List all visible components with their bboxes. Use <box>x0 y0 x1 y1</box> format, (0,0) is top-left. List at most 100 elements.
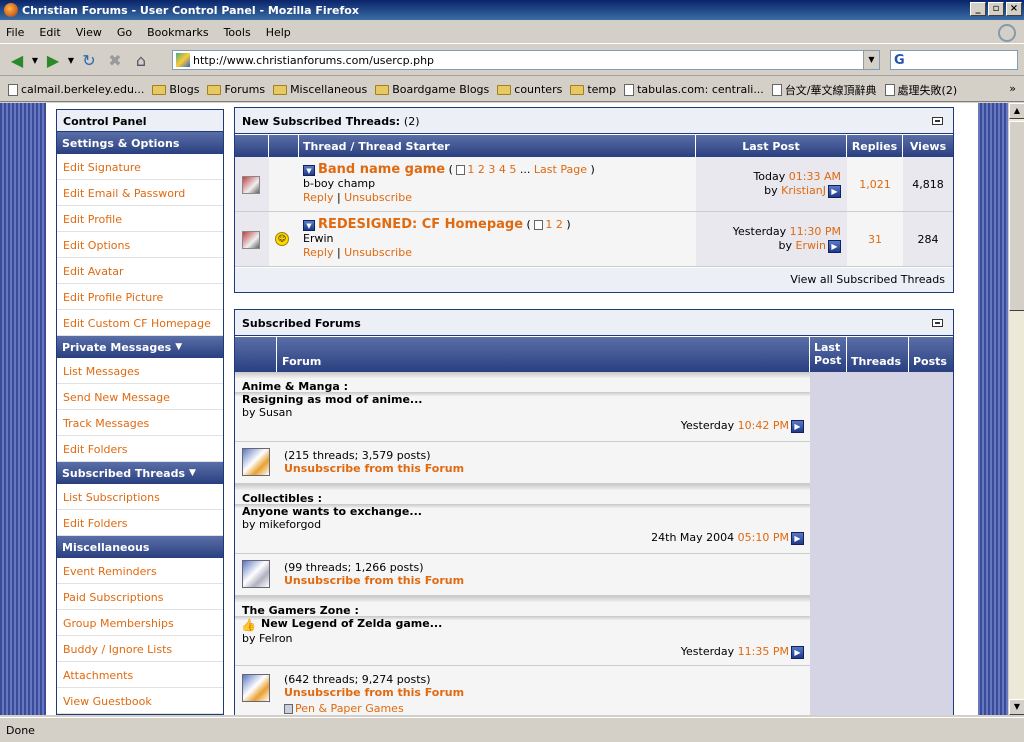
last-page-link[interactable]: Last Page <box>534 163 587 176</box>
sidebar-item-edit-folders-subs[interactable]: Edit Folders <box>57 510 223 536</box>
search-engine-icon[interactable]: G <box>894 53 905 68</box>
sidebar-item-edit-options[interactable]: Edit Options <box>57 232 223 258</box>
collapse-box-icon[interactable] <box>932 319 943 327</box>
col-thread[interactable]: Thread / Thread Starter <box>299 135 696 157</box>
page-link[interactable]: 5 <box>509 163 516 176</box>
unsubscribe-forum-link[interactable]: Unsubscribe from this Forum <box>284 462 464 475</box>
reply-link[interactable]: Reply <box>303 191 333 204</box>
stop-icon[interactable]: ✖ <box>102 48 128 74</box>
sidebar-item-attachments[interactable]: Attachments <box>57 662 223 688</box>
sidebar-item-edit-profile[interactable]: Edit Profile <box>57 206 223 232</box>
go-to-last-post-icon[interactable]: ▶ <box>828 239 841 253</box>
last-poster-link[interactable]: KristianJ <box>781 184 826 197</box>
page-link[interactable]: 2 <box>556 218 563 231</box>
sidebar-item-edit-custom-homepage[interactable]: Edit Custom CF Homepage <box>57 310 223 336</box>
sidebar-item-event-reminders[interactable]: Event Reminders <box>57 558 223 584</box>
home-icon[interactable]: ⌂ <box>128 48 154 74</box>
url-dropdown-icon[interactable]: ▼ <box>863 51 879 69</box>
sidebar-item-list-messages[interactable]: List Messages <box>57 358 223 384</box>
sidebar-item-list-subscriptions[interactable]: List Subscriptions <box>57 484 223 510</box>
collapse-box-icon[interactable] <box>932 117 943 125</box>
col-replies[interactable]: Replies <box>847 135 903 157</box>
go-to-last-post-icon[interactable]: ▶ <box>791 645 804 659</box>
col-views[interactable]: Views <box>903 135 953 157</box>
bookmark-folder[interactable]: temp <box>570 83 616 96</box>
page-link[interactable]: 1 <box>467 163 474 176</box>
back-icon[interactable]: ◀ <box>4 48 30 74</box>
go-to-last-post-icon[interactable]: ▶ <box>791 419 804 433</box>
collapse-icon[interactable]: ▼ <box>189 468 196 478</box>
sidebar-item-send-message[interactable]: Send New Message <box>57 384 223 410</box>
last-thread-link[interactable]: Anyone wants to exchange... <box>242 505 422 518</box>
replies-link[interactable]: 31 <box>868 233 882 246</box>
bookmarks-overflow-icon[interactable]: » <box>1009 82 1016 95</box>
sidebar-item-track-messages[interactable]: Track Messages <box>57 410 223 436</box>
close-button[interactable]: × <box>1006 2 1022 16</box>
menu-help[interactable]: Help <box>266 26 291 39</box>
maximize-button[interactable]: ▫ <box>988 2 1004 16</box>
thread-title-link[interactable]: REDESIGNED: CF Homepage <box>318 217 523 232</box>
scroll-down-icon[interactable]: ▼ <box>1009 699 1024 715</box>
search-input[interactable]: G <box>890 50 1018 70</box>
unsubscribe-forum-link[interactable]: Unsubscribe from this Forum <box>284 574 464 587</box>
thread-menu-icon[interactable]: ▼ <box>303 164 315 176</box>
reply-link[interactable]: Reply <box>303 246 333 259</box>
back-dropdown-icon[interactable]: ▼ <box>30 56 40 65</box>
scroll-up-icon[interactable]: ▲ <box>1009 103 1024 119</box>
last-thread-link[interactable]: New Legend of Zelda game... <box>261 617 442 630</box>
reload-icon[interactable]: ↻ <box>76 48 102 74</box>
bookmark-folder[interactable]: Miscellaneous <box>273 83 367 96</box>
thread-title-link[interactable]: Band name game <box>318 162 445 177</box>
go-to-last-post-icon[interactable]: ▶ <box>791 531 804 545</box>
last-thread-link[interactable]: Resigning as mod of anime... <box>242 393 422 406</box>
menu-view[interactable]: View <box>76 26 102 39</box>
subforum-item[interactable]: Pen & Paper Games <box>284 702 404 715</box>
menu-go[interactable]: Go <box>117 26 132 39</box>
sidebar-item-edit-email[interactable]: Edit Email & Password <box>57 180 223 206</box>
folder-icon <box>497 84 512 95</box>
forward-icon[interactable]: ▶ <box>40 48 66 74</box>
thread-menu-icon[interactable]: ▼ <box>303 219 315 231</box>
subscribed-threads-heading[interactable]: Subscribed Threads ▼ <box>57 462 223 484</box>
page-link[interactable]: 2 <box>478 163 485 176</box>
menu-tools[interactable]: Tools <box>224 26 251 39</box>
unsubscribe-forum-link[interactable]: Unsubscribe from this Forum <box>284 686 464 699</box>
menu-file[interactable]: File <box>6 26 24 39</box>
subforum-link[interactable]: Pen & Paper Games <box>295 702 404 715</box>
bookmark-folder[interactable]: Forums <box>207 83 265 96</box>
bookmark-folder[interactable]: Boardgame Blogs <box>375 83 489 96</box>
sidebar-item-edit-avatar[interactable]: Edit Avatar <box>57 258 223 284</box>
menu-edit[interactable]: Edit <box>39 26 60 39</box>
col-last-post[interactable]: Last Post <box>696 135 847 157</box>
unsubscribe-link[interactable]: Unsubscribe <box>344 246 412 259</box>
bookmark-item[interactable]: 台文/華文線頂辭典 <box>771 82 877 98</box>
sidebar-item-edit-profile-picture[interactable]: Edit Profile Picture <box>57 284 223 310</box>
bookmark-item[interactable]: 處理失敗(2) <box>884 82 957 98</box>
sidebar-item-group-memberships[interactable]: Group Memberships <box>57 610 223 636</box>
page-link[interactable]: 4 <box>499 163 506 176</box>
collapse-icon[interactable]: ▼ <box>175 342 182 352</box>
last-poster-link[interactable]: Erwin <box>796 239 827 252</box>
view-all-threads-link[interactable]: View all Subscribed Threads <box>235 268 953 292</box>
page-link[interactable]: 1 <box>545 218 552 231</box>
bookmark-item[interactable]: calmail.berkeley.edu... <box>8 83 144 96</box>
bookmark-item[interactable]: tabulas.com: centrali... <box>624 83 764 96</box>
private-messages-heading[interactable]: Private Messages ▼ <box>57 336 223 358</box>
forward-dropdown-icon[interactable]: ▼ <box>66 56 76 65</box>
bookmark-folder[interactable]: counters <box>497 83 562 96</box>
page-link[interactable]: 3 <box>488 163 495 176</box>
sidebar-item-buddy-ignore[interactable]: Buddy / Ignore Lists <box>57 636 223 662</box>
sidebar-item-paid-subscriptions[interactable]: Paid Subscriptions <box>57 584 223 610</box>
url-field[interactable]: http://www.christianforums.com/usercp.ph… <box>172 50 880 70</box>
minimize-button[interactable]: _ <box>970 2 986 16</box>
vertical-scrollbar[interactable]: ▲ ▼ <box>1008 103 1024 715</box>
go-to-last-post-icon[interactable]: ▶ <box>828 184 841 198</box>
sidebar-item-view-guestbook[interactable]: View Guestbook <box>57 688 223 714</box>
sidebar-item-edit-folders[interactable]: Edit Folders <box>57 436 223 462</box>
bookmark-folder[interactable]: Blogs <box>152 83 199 96</box>
menu-bookmarks[interactable]: Bookmarks <box>147 26 208 39</box>
sidebar-item-edit-signature[interactable]: Edit Signature <box>57 154 223 180</box>
replies-link[interactable]: 1,021 <box>859 178 891 191</box>
unsubscribe-link[interactable]: Unsubscribe <box>344 191 412 204</box>
scroll-thumb[interactable] <box>1009 121 1024 311</box>
